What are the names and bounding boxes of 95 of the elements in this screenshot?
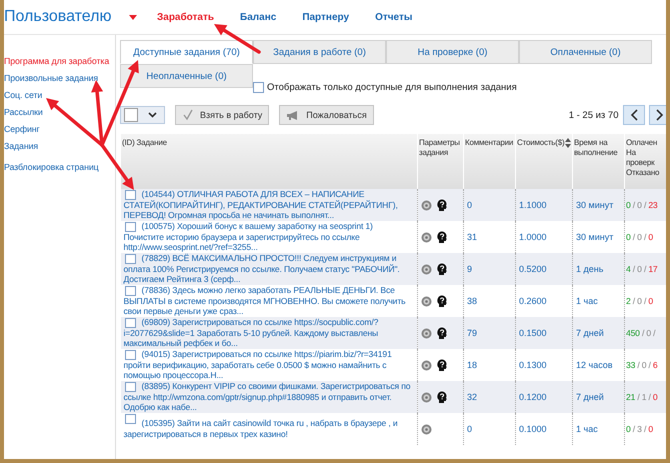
column-header: Параметры задания: [419, 138, 460, 157]
comments-count: 0: [467, 424, 472, 434]
nav-link[interactable]: Партнеру: [302, 12, 350, 22]
nav-link[interactable]: Баланс: [240, 12, 276, 22]
head-question-icon: [437, 391, 447, 403]
target-icon: [421, 392, 432, 402]
time-value: 7 дней: [576, 392, 604, 402]
nav-link[interactable]: Заработать: [157, 12, 214, 22]
task-stats: 0 / 0 / 23: [626, 200, 658, 210]
chevron-left-icon: [630, 109, 638, 121]
sidebar-item[interactable]: Задания: [4, 138, 38, 155]
page-title: Пользователю: [4, 8, 112, 26]
comments-count: 9: [467, 264, 472, 274]
task-stats: 21 / 1 / 0: [626, 392, 658, 402]
task-stats: 33 / 0 / 6: [626, 360, 658, 370]
time-value: 30 минут: [576, 232, 614, 242]
cost-value: 0.1200: [519, 392, 547, 402]
comments-count: 31: [467, 232, 478, 242]
time-value: 1 день: [576, 264, 604, 274]
comments-count: 32: [467, 392, 478, 402]
sidebar-item[interactable]: Серфинг: [4, 121, 40, 138]
sidebar-item[interactable]: Произвольные задания: [4, 70, 98, 87]
cost-value: 1.1000: [519, 200, 547, 210]
cost-value: 0.5200: [519, 264, 547, 274]
task-stats: 0 / 3 / 0: [626, 424, 653, 434]
row-checkbox[interactable]: [124, 350, 136, 360]
task-link[interactable]: (78836) Здесь можно легко заработать РЕАЛЬНЫЕ ДЕНЬГИ. Все ВЫПЛАТЫ в системе производятся МГНОВЕННО. Вы сможете получить свои первые деньги уже сраз...: [124, 285, 414, 317]
column-header: (ID) Задание: [122, 138, 167, 147]
target-icon: [421, 264, 432, 274]
filter-label: Отображать только доступные для выполнения задания: [267, 82, 517, 93]
task-stats: 0 / 0 / 0: [626, 232, 653, 242]
sidebar-item[interactable]: Рассылки: [4, 104, 43, 121]
target-icon: [421, 296, 432, 306]
time-value: 1 час: [576, 296, 598, 306]
target-icon: [421, 360, 432, 370]
cost-value: 1.0000: [519, 232, 547, 242]
comments-count: 38: [467, 296, 478, 306]
target-icon: [421, 328, 432, 338]
previous-button[interactable]: [622, 105, 644, 125]
nav-link[interactable]: Отчеты: [375, 12, 412, 22]
time-value: 30 минут: [576, 200, 614, 210]
target-icon: [421, 232, 432, 242]
column-header: Оплачен На проверк Отказано: [626, 138, 660, 177]
select-all-dropdown[interactable]: [120, 106, 165, 124]
target-icon: [421, 424, 432, 435]
task-link[interactable]: (94015) Зарегистрироваться по ссылке https://piarim.biz/?r=34191 пройти верификацию, заработать себе 0.0500 $ можно намайнить с помощью процессора.Н...: [124, 349, 414, 381]
row-checkbox[interactable]: [124, 318, 136, 328]
checkbox[interactable]: [253, 82, 264, 93]
row-checkbox[interactable]: [124, 190, 136, 200]
tab[interactable]: Оплаченные (0): [519, 40, 652, 64]
time-value: 12 часов: [576, 360, 613, 370]
head-question-icon: [437, 295, 447, 307]
row-checkbox[interactable]: [124, 414, 136, 424]
task-stats: 2 / 0 / 0: [626, 296, 653, 306]
pagination-text: 1 - 25 из 70: [568, 110, 618, 120]
cost-value: 0.1500: [519, 328, 547, 338]
time-value: 7 дней: [576, 328, 604, 338]
task-link[interactable]: (100575) Хороший бонус к вашему заработку на seosprint 1) Почистите историю браузера и зарегистрируйтесь по ссылке http://www.seosprint.net/?ref=3255...: [124, 221, 414, 253]
cost-value: 0.1300: [519, 360, 547, 370]
comments-count: 0: [467, 200, 472, 210]
head-question-icon: [437, 231, 447, 243]
sidebar-item[interactable]: Разблокировка страниц: [4, 159, 99, 176]
column-header: Время на выполнение: [574, 138, 618, 157]
take-button[interactable]: Взять в работу: [175, 105, 270, 125]
head-question-icon: [437, 327, 447, 339]
time-value: 1 час: [576, 424, 598, 434]
cost-value: 0.2600: [519, 296, 547, 306]
row-checkbox[interactable]: [124, 382, 136, 392]
tab[interactable]: Неоплаченные (0): [120, 64, 253, 88]
task-link[interactable]: (105395) Зайти на сайт casinowild точка ru , набрать в браузере , и зарегистрироваться в первых трех казино!: [124, 418, 414, 440]
sort-icon[interactable]: [565, 138, 572, 148]
comments-count: 79: [467, 328, 478, 338]
row-checkbox[interactable]: [124, 254, 136, 264]
tab[interactable]: Задания в работе (0): [253, 40, 386, 64]
row-checkbox[interactable]: [124, 286, 136, 296]
head-question-icon: [437, 359, 447, 371]
next-button[interactable]: [648, 105, 666, 125]
chevron-right-icon: [656, 109, 664, 121]
row-checkbox[interactable]: [124, 222, 136, 232]
head-question-icon: [437, 263, 447, 275]
task-stats: 4 / 0 / 17: [626, 264, 658, 274]
caret-icon[interactable]: [148, 112, 157, 118]
column-header: Комментарии: [465, 138, 514, 147]
cost-value: 0.1000: [519, 424, 547, 434]
sidebar-item[interactable]: Соц. сети: [4, 87, 42, 104]
head-question-icon: [437, 199, 447, 211]
target-icon: [421, 200, 432, 210]
tab[interactable]: На проверке (0): [386, 40, 519, 64]
complain-button[interactable]: Пожаловаться: [279, 105, 374, 125]
tab[interactable]: Доступные задания (70): [120, 40, 253, 64]
column-header: Стоимость($): [517, 138, 564, 147]
check-icon: [182, 109, 194, 121]
sidebar-item[interactable]: Программа для заработка: [4, 53, 110, 70]
task-stats: 450 / 0 /: [626, 328, 656, 338]
comments-count: 18: [467, 360, 478, 370]
